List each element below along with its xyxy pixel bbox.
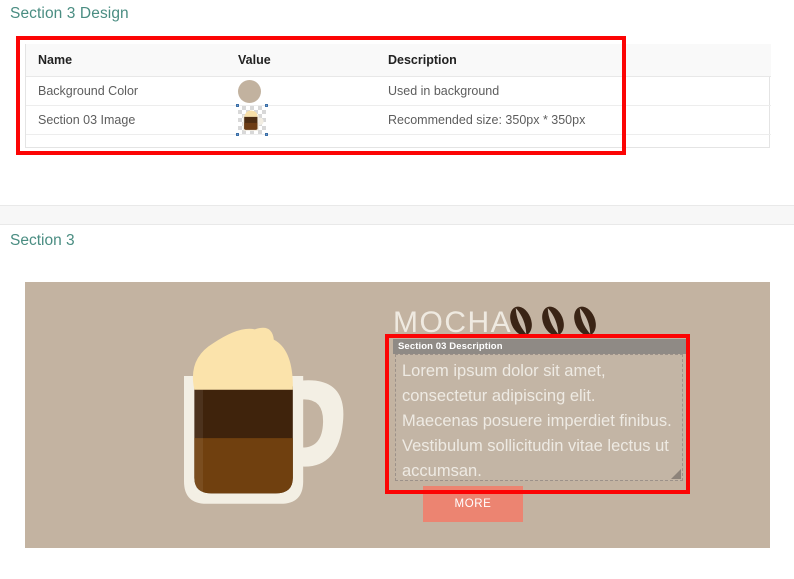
table-row: Background Color Used in background — [26, 76, 771, 106]
column-header-description: Description — [376, 44, 771, 77]
more-button[interactable]: MORE — [423, 486, 523, 522]
row-value-section-image[interactable] — [226, 104, 376, 136]
selection-handle-bottom-right[interactable] — [265, 133, 268, 136]
column-header-name: Name — [26, 44, 226, 77]
row-name-background-color: Background Color — [26, 76, 226, 106]
description-textarea[interactable] — [395, 354, 683, 481]
selection-handle-top-left[interactable] — [236, 104, 239, 107]
table-row: Section 03 Image Recommended size: 350px… — [26, 104, 771, 136]
preview-section-heading: Section 3 — [10, 232, 75, 249]
row-description-background-color: Used in background — [376, 76, 771, 106]
design-table: Name Value Description Background Color … — [26, 44, 771, 136]
row-name-section-image: Section 03 Image — [26, 105, 226, 135]
preview-title: MOCHA — [393, 306, 513, 339]
row-description-section-image: Recommended size: 350px * 350px — [376, 105, 771, 135]
selection-handle-top-right[interactable] — [265, 104, 268, 107]
coffee-cup-icon — [242, 110, 264, 131]
table-header-row: Name Value Description — [26, 44, 771, 77]
section-3-preview-panel: MOCHA Section 03 Description MORE — [25, 282, 770, 548]
selection-handle-bottom-left[interactable] — [236, 133, 239, 136]
design-table-container: Name Value Description Background Color … — [25, 44, 771, 148]
section-divider-band — [0, 205, 794, 225]
design-section-heading: Section 3 Design — [10, 5, 129, 22]
column-header-value: Value — [226, 44, 376, 77]
description-field-label: Section 03 Description — [393, 339, 688, 354]
row-value-background-color[interactable] — [226, 76, 376, 106]
page-root: Section 3 Design Name Value Description … — [0, 0, 794, 579]
coffee-beans-icon — [510, 306, 596, 336]
image-thumbnail[interactable] — [236, 104, 268, 136]
color-swatch-preview[interactable] — [238, 79, 261, 103]
coffee-cup-illustration — [184, 327, 344, 504]
textarea-resize-handle[interactable] — [670, 468, 681, 479]
